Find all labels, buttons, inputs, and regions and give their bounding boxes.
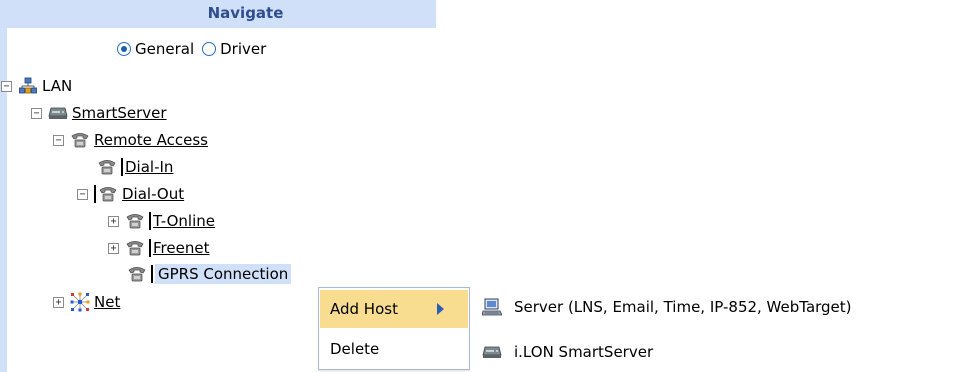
collapse-toggle[interactable]: − xyxy=(1,80,12,92)
expand-toggle[interactable]: + xyxy=(53,296,64,308)
collapse-toggle[interactable]: − xyxy=(31,107,42,119)
tree-label-dial-out[interactable]: Dial-Out xyxy=(122,185,184,203)
menu-item-delete-label: Delete xyxy=(330,340,380,358)
radio-driver[interactable] xyxy=(202,42,217,56)
net-grid-icon xyxy=(70,292,90,312)
tree-node-t-online[interactable]: + T-Online xyxy=(108,209,215,233)
text-cursor-bar xyxy=(149,239,151,257)
menu-item-delete[interactable]: Delete xyxy=(320,330,468,368)
submenu-item-ilon-label: i.LON SmartServer xyxy=(514,343,654,361)
tree-node-freenet[interactable]: + Freenet xyxy=(108,236,209,260)
tree-node-gprs-connection[interactable]: GPRS Connection xyxy=(127,262,292,286)
context-menu: Add Host Delete xyxy=(318,287,470,370)
tree-label-gprs-connection[interactable]: GPRS Connection xyxy=(155,264,292,284)
menu-item-add-host-label: Add Host xyxy=(330,300,398,318)
text-cursor-bar xyxy=(151,265,153,283)
text-cursor-bar xyxy=(94,185,96,203)
expand-toggle[interactable]: + xyxy=(108,242,119,254)
collapse-toggle[interactable]: − xyxy=(53,134,64,146)
menu-item-add-host[interactable]: Add Host xyxy=(320,290,468,328)
nav-header-title: Navigate xyxy=(207,4,284,22)
tree-node-remote-access[interactable]: − Remote Access xyxy=(53,128,208,152)
computer-server-icon xyxy=(482,298,502,316)
tree-label-lan: LAN xyxy=(42,77,73,95)
tree-label-net[interactable]: Net xyxy=(94,293,120,311)
nav-header: Navigate xyxy=(7,0,436,28)
submenu-item-server[interactable]: Server (LNS, Email, Time, IP-852, WebTar… xyxy=(470,288,977,326)
tree-label-t-online[interactable]: T-Online xyxy=(153,212,215,230)
tree-label-freenet[interactable]: Freenet xyxy=(153,239,209,257)
text-cursor-bar xyxy=(121,158,123,176)
text-cursor-bar xyxy=(149,212,151,230)
radio-driver-label[interactable]: Driver xyxy=(220,40,266,58)
tree-node-dial-in[interactable]: Dial-In xyxy=(97,155,173,179)
telephone-icon xyxy=(125,239,145,257)
radio-general[interactable] xyxy=(117,42,131,56)
smartserver-device-icon xyxy=(48,104,68,122)
telephone-icon xyxy=(127,265,147,283)
tree-label-remote-access[interactable]: Remote Access xyxy=(94,131,208,149)
tree-node-net[interactable]: + Net xyxy=(53,290,120,314)
expand-toggle[interactable]: + xyxy=(108,215,119,227)
submenu-item-server-label: Server (LNS, Email, Time, IP-852, WebTar… xyxy=(514,298,852,316)
telephone-icon xyxy=(125,212,145,230)
submenu-item-ilon-smartserver[interactable]: i.LON SmartServer xyxy=(470,333,977,371)
tree-node-dial-out[interactable]: − Dial-Out xyxy=(77,182,184,206)
telephone-icon xyxy=(70,131,90,149)
smartserver-device-icon xyxy=(482,343,502,361)
tree-node-lan[interactable]: − LAN xyxy=(1,74,72,98)
network-tree-icon xyxy=(18,77,38,95)
tree-label-dial-in[interactable]: Dial-In xyxy=(125,158,173,176)
tree-node-smartserver[interactable]: − SmartServer xyxy=(31,101,167,125)
view-mode-radio-group: General Driver xyxy=(117,40,270,58)
collapse-toggle[interactable]: − xyxy=(77,188,88,200)
add-host-submenu: Server (LNS, Email, Time, IP-852, WebTar… xyxy=(470,286,977,372)
telephone-icon xyxy=(98,185,118,203)
nav-side-strip xyxy=(0,0,7,372)
submenu-arrow-icon xyxy=(437,303,444,315)
telephone-icon xyxy=(97,158,117,176)
tree-label-smartserver[interactable]: SmartServer xyxy=(72,104,167,122)
radio-general-label[interactable]: General xyxy=(135,40,194,58)
